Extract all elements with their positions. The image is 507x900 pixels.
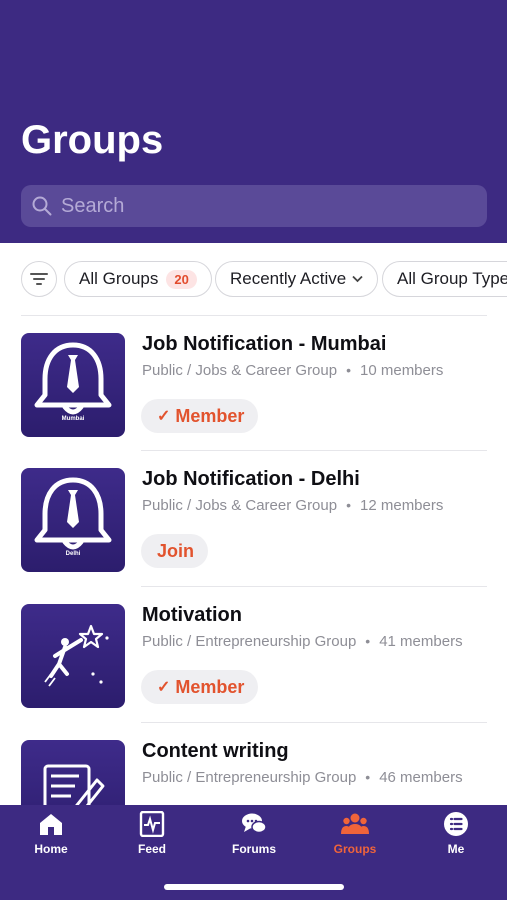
group-name[interactable]: Content writing [142, 740, 289, 763]
sort-label: Recently Active [230, 269, 347, 288]
tab-home[interactable]: Home [11, 811, 91, 856]
member-button[interactable]: ✓ Member [141, 670, 259, 704]
sort-dropdown[interactable]: Recently Active [215, 261, 379, 297]
group-item[interactable]: Mumbai Job Notification - Mumbai Public … [21, 333, 487, 441]
all-groups-label: All Groups [79, 269, 159, 288]
group-avatar-label: Mumbai [61, 416, 85, 422]
menu-icon [444, 812, 468, 836]
group-name[interactable]: Job Notification - Delhi [142, 468, 360, 491]
search-bar[interactable]: Search [21, 185, 487, 227]
filter-icon [30, 273, 48, 285]
tab-me[interactable]: Me [416, 811, 496, 856]
reach-star-icon [44, 624, 109, 687]
people-icon [341, 813, 369, 834]
home-icon [40, 814, 62, 835]
tab-forums[interactable]: Forums [214, 811, 294, 856]
all-groups-count-badge: 20 [166, 269, 197, 289]
group-type-label: All Group Types [397, 269, 507, 288]
all-groups-chip[interactable]: All Groups 20 [64, 261, 212, 297]
filter-row: All Groups 20 Recently Active All Group … [0, 258, 507, 300]
home-indicator[interactable] [164, 884, 344, 890]
join-button[interactable]: Join [141, 534, 209, 568]
member-button-label: Member [175, 405, 245, 426]
group-type: Public / Jobs & Career Group [142, 362, 338, 379]
tab-label: Home [34, 842, 68, 856]
group-meta: Public / Entrepreneurship Group • 46 membe… [142, 769, 463, 786]
chat-icon [242, 813, 267, 834]
activity-icon [139, 811, 165, 837]
search-icon [32, 196, 52, 216]
group-name[interactable]: Job Notification - Mumbai [142, 333, 386, 356]
group-type: Public / Entrepreneurship Group [142, 769, 357, 786]
page-title: Groups [21, 118, 164, 162]
group-avatar: Delhi [21, 468, 125, 572]
divider [141, 586, 487, 587]
group-avatar: Mumbai [21, 333, 125, 437]
chevron-down-icon [352, 275, 363, 283]
group-meta: Public / Jobs & Career Group • 10 members [142, 362, 444, 379]
tab-groups[interactable]: Groups [315, 811, 395, 856]
search-placeholder: Search [61, 194, 125, 217]
group-type: Public / Entrepreneurship Group [142, 633, 357, 650]
filter-button[interactable] [21, 261, 57, 297]
member-button[interactable]: ✓ Member [141, 399, 259, 433]
group-avatar-label: Delhi [65, 551, 81, 557]
group-members: 46 members [379, 769, 463, 786]
divider [141, 450, 487, 451]
tab-label: Me [447, 842, 465, 856]
member-button-label: Member [175, 676, 245, 697]
tab-feed[interactable]: Feed [112, 811, 192, 856]
group-item[interactable]: Delhi Job Notification - Delhi Public / … [21, 468, 487, 576]
group-meta: Public / Jobs & Career Group • 12 members [142, 497, 444, 514]
group-avatar [21, 604, 125, 708]
group-type-dropdown[interactable]: All Group Types [382, 261, 507, 297]
group-name[interactable]: Motivation [142, 604, 242, 627]
join-button-label: Join [157, 540, 195, 561]
group-members: 12 members [360, 497, 444, 514]
group-item[interactable]: Motivation Public / Entrepreneurship Gro… [21, 604, 487, 712]
group-members: 41 members [379, 633, 463, 650]
tab-label: Forums [231, 842, 276, 856]
group-members: 10 members [360, 362, 444, 379]
check-icon: ✓ [157, 408, 171, 425]
group-meta: Public / Entrepreneurship Group • 41 membe… [142, 633, 463, 650]
group-type: Public / Jobs & Career Group [142, 497, 338, 514]
check-icon: ✓ [157, 679, 171, 696]
tab-label: Groups [333, 842, 377, 856]
divider [21, 315, 487, 316]
app-header: Groups Search [0, 0, 507, 243]
tab-label: Feed [137, 842, 166, 856]
divider [141, 722, 487, 723]
